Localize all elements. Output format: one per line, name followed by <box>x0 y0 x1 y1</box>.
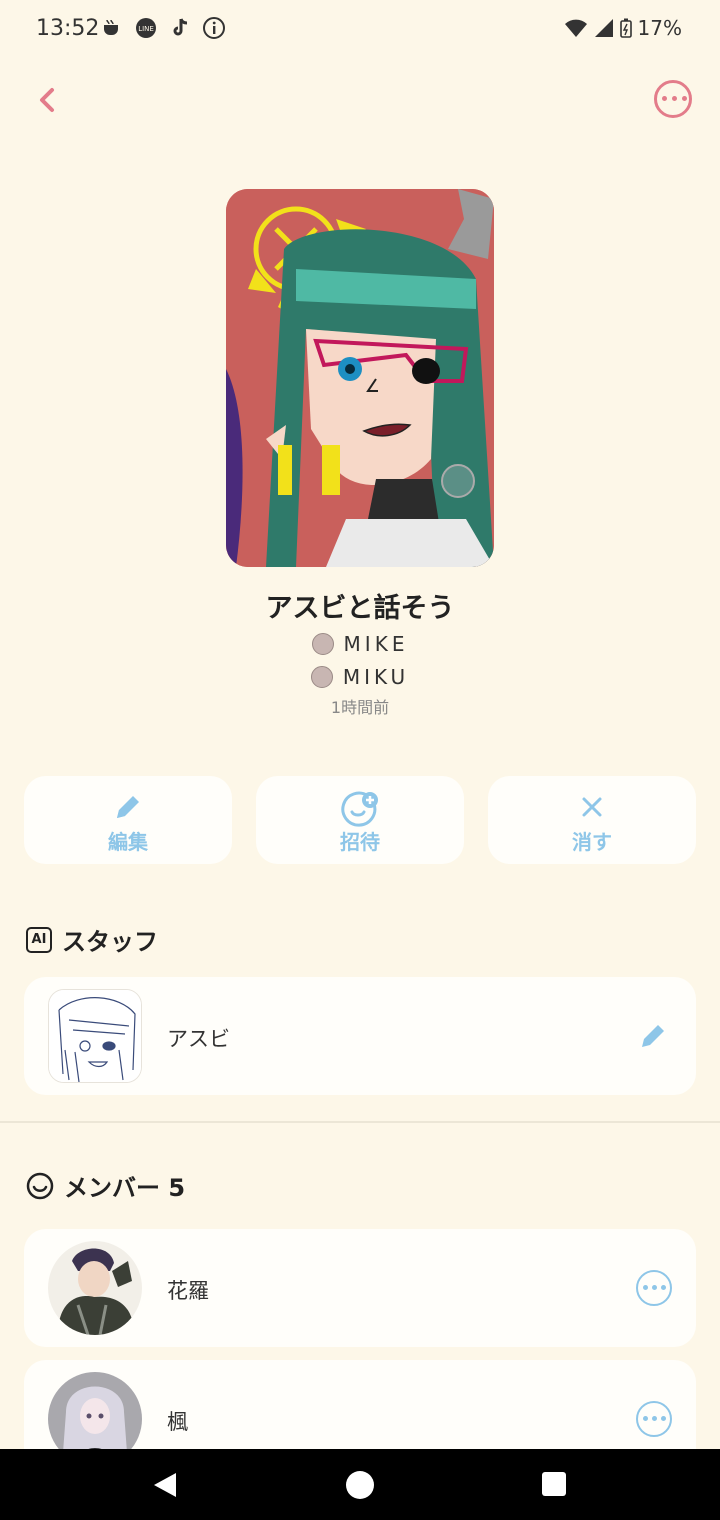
invite-label: 招待 <box>340 830 380 854</box>
battery-icon <box>619 18 632 38</box>
status-bar: 13:52 LINE 17% <box>0 0 720 60</box>
add-friend-icon <box>341 791 378 827</box>
member-avatar <box>48 1241 142 1335</box>
edit-label: 編集 <box>108 830 148 854</box>
pencil-icon <box>642 1025 664 1047</box>
line-app-icon: LINE <box>134 16 158 40</box>
staff-card[interactable]: アスビ <box>24 977 696 1095</box>
close-icon <box>582 797 602 817</box>
notification-icons: LINE <box>100 16 226 40</box>
members-title-text: メンバー 5 <box>64 1174 186 1202</box>
last-active-time: 1時間前 <box>330 698 390 717</box>
member-name: 楓 <box>167 1410 188 1434</box>
wifi-icon <box>564 19 587 37</box>
more-dots-icon <box>643 1285 666 1290</box>
staff-section-title: AI スタッフ <box>26 922 158 957</box>
status-right: 17% <box>564 16 682 40</box>
staff-name: アスビ <box>167 1027 230 1051</box>
nav-back-icon[interactable] <box>152 1471 178 1499</box>
participant-name: MIKU <box>342 665 410 689</box>
participant-mike[interactable]: MIKE <box>0 632 720 656</box>
delete-button[interactable]: 消す <box>488 776 696 864</box>
smile-icon <box>26 1172 54 1199</box>
members-section-title: メンバー 5 <box>26 1168 185 1203</box>
room-title: アスビと話そう <box>265 593 455 624</box>
back-button[interactable] <box>30 80 70 120</box>
member-more-button[interactable] <box>636 1270 672 1306</box>
tiktok-icon <box>168 16 192 40</box>
delete-label: 消す <box>572 830 612 854</box>
info-icon <box>202 16 226 40</box>
more-dots-icon <box>643 1416 666 1421</box>
participant-avatar <box>311 633 334 655</box>
more-options-button[interactable] <box>654 80 692 118</box>
chevron-left-icon <box>40 88 54 112</box>
participant-name: MIKE <box>343 632 409 656</box>
nav-home-icon[interactable] <box>346 1471 374 1499</box>
more-dots-icon <box>662 96 687 101</box>
battery-percent: 17% <box>637 16 682 40</box>
system-navigation-bar <box>0 1449 720 1520</box>
nav-recents-icon[interactable] <box>542 1472 566 1496</box>
edit-button[interactable]: 編集 <box>24 776 232 864</box>
invite-button[interactable]: 招待 <box>256 776 464 864</box>
participant-miku[interactable]: MIKU <box>0 665 720 689</box>
member-row[interactable]: 花羅 <box>24 1229 696 1347</box>
pencil-icon <box>117 796 139 818</box>
participant-avatar <box>310 666 333 688</box>
room-cover-image <box>226 189 494 567</box>
signal-icon <box>594 19 613 37</box>
member-name: 花羅 <box>167 1279 209 1303</box>
ai-badge-icon: AI <box>26 926 52 953</box>
edit-staff-button[interactable] <box>636 1019 670 1053</box>
member-more-button[interactable] <box>636 1401 672 1437</box>
status-time: 13:52 <box>36 16 100 41</box>
staff-avatar <box>48 989 142 1083</box>
svg-text:LINE: LINE <box>138 25 154 33</box>
coffee-icon <box>100 16 124 40</box>
section-divider <box>0 1121 720 1123</box>
staff-title-text: スタッフ <box>62 928 158 956</box>
